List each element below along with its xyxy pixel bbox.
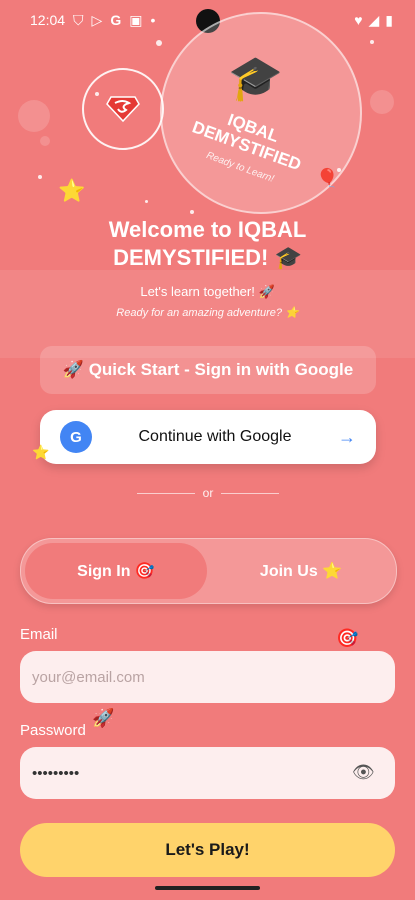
decor-bubble [18,100,50,132]
notification-icon: ▣ [129,11,143,28]
welcome-title: Welcome to IQBAL DEMYSTIFIED! 🎓 [108,217,307,270]
arrow-right-icon: → [338,426,356,447]
decor-dot [156,40,162,46]
eye-icon[interactable]: 👁 [352,762,375,783]
rocket-icon: 🚀 [92,708,115,728]
google-button-label: Continue with Google [138,428,292,445]
shield-icon: ⛉ [73,11,84,28]
play-store-icon: ▷ [91,11,103,28]
status-time: 12:04 [30,12,66,28]
password-label: Password [20,722,86,739]
email-field[interactable] [20,651,395,703]
or-divider: or [137,486,280,500]
tab-join-us[interactable]: Join Us ⭐ [211,543,391,599]
or-text: or [202,486,214,500]
logo-badge [82,68,164,150]
decor-bubble [40,136,50,146]
google-icon: G [110,12,122,28]
divider-line [137,492,195,494]
google-g-icon: G [60,421,92,453]
decor-bubble [370,90,394,114]
superman-logo-icon [106,96,140,123]
target-icon: 🎯 [336,628,359,648]
star-icon: ⭐ [32,444,50,460]
quick-start-button[interactable]: 🚀 Quick Start - Sign in with Google [40,346,376,394]
battery-icon: ▮ [385,11,393,28]
divider-line [221,492,280,494]
tab-sign-in[interactable]: Sign In 🎯 [25,543,207,599]
welcome-tagline: Ready for an amazing adventure? ⭐ [116,307,299,319]
home-indicator[interactable] [155,886,260,890]
email-label: Email [20,626,58,643]
decor-dot [190,210,194,214]
decor-dot [38,175,42,179]
lets-play-button[interactable]: Let's Play! [20,823,395,877]
password-field[interactable] [20,747,395,799]
star-icon: ⭐ [58,178,86,203]
continue-with-google-button[interactable]: G Continue with Google → [40,410,376,464]
graduation-cap-icon: 🎓 [228,54,283,103]
decor-dot [370,40,374,44]
decor-dot [145,200,148,203]
status-dot-icon: • [150,12,156,28]
balloon-icon: 🎈 [316,168,339,188]
auth-mode-toggle: Sign In 🎯 Join Us ⭐ [20,538,397,604]
signal-icon: ◢ [368,11,380,28]
heart-icon: ♥ [354,12,363,28]
welcome-subtitle: Let's learn together! 🚀 [140,284,275,299]
